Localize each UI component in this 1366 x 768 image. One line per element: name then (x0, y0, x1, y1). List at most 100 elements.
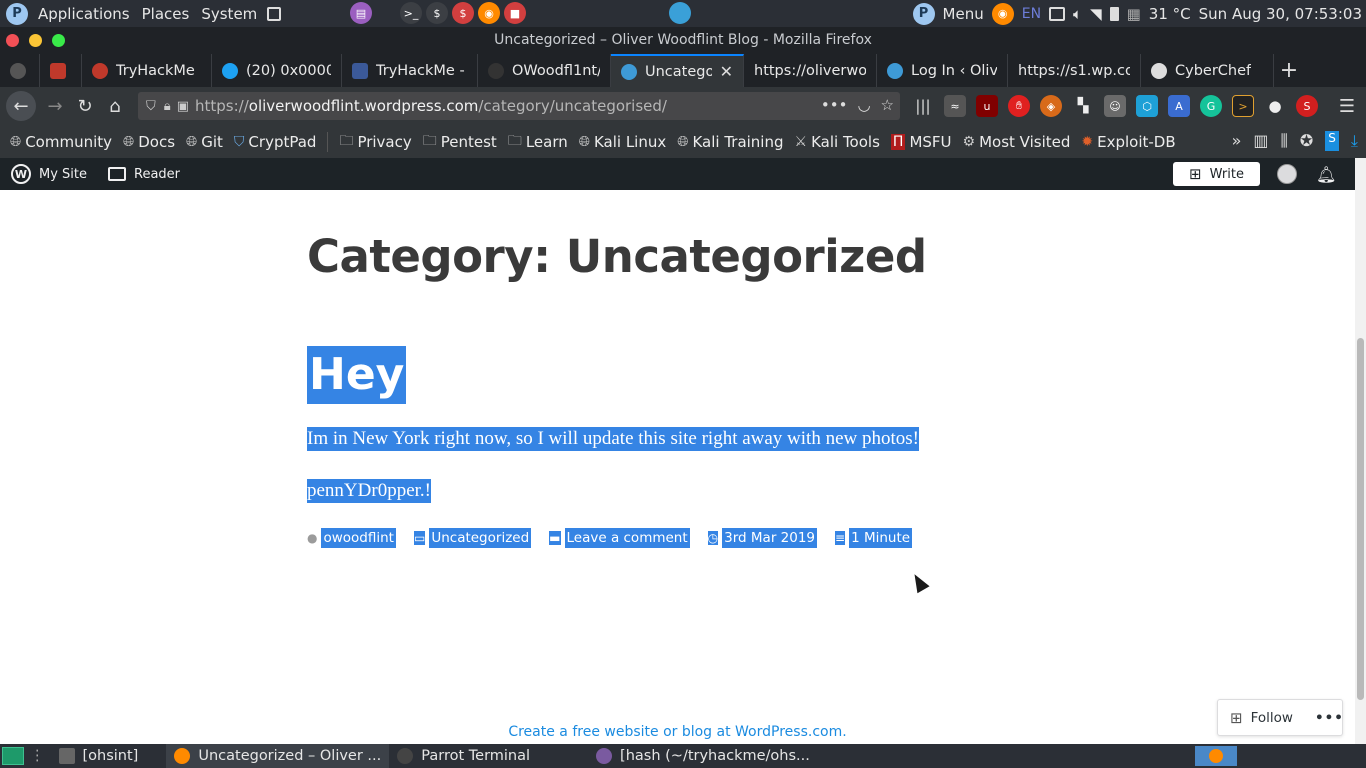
ublock-origin-icon[interactable]: u (976, 95, 998, 117)
s-extension-icon[interactable]: S (1325, 131, 1339, 151)
url-bar[interactable]: ⛉ 🔒︎ ▣ https://oliverwoodflint.wordpress… (138, 92, 900, 120)
hex-extension-icon[interactable]: ⬡ (1136, 95, 1158, 117)
parrot-logo-icon[interactable]: P (6, 2, 28, 25)
maximize-window-button[interactable] (52, 34, 65, 47)
bookmark-exploit-db[interactable]: ✹ Exploit-DB (1081, 133, 1175, 151)
root-launcher-icon[interactable]: $ (452, 2, 474, 24)
avatar[interactable] (1277, 164, 1297, 184)
keyboard-layout-indicator[interactable]: EN (1022, 6, 1041, 22)
bookmark-docs[interactable]: 🌐︎ Docs (123, 133, 175, 151)
terminal-launcher-icon[interactable]: >_ (400, 2, 422, 24)
bookmark-msfu[interactable]: Π MSFU (890, 133, 952, 151)
tab-github-pinned[interactable] (0, 54, 40, 87)
date-link[interactable]: 3rd Mar 2019 (722, 528, 818, 548)
translate-icon[interactable]: A (1168, 95, 1190, 117)
bookmark-folder-privacy[interactable]: 🗀︎ Privacy (339, 130, 411, 154)
close-window-button[interactable] (6, 34, 19, 47)
red-extension-icon[interactable]: S (1296, 95, 1318, 117)
reload-button[interactable]: ↻ (70, 91, 100, 121)
new-tab-button[interactable]: + (1274, 54, 1304, 87)
terminal-extension-icon[interactable]: > (1232, 95, 1254, 117)
bookmark-most-visited[interactable]: ⚙︎ Most Visited (963, 133, 1071, 151)
taskbar-item-hash[interactable]: [hash (~/tryhackme/ohs... (588, 744, 818, 768)
tray-menu-label[interactable]: Menu (943, 5, 984, 23)
post-date[interactable]: ◷ 3rd Mar 2019 (707, 528, 818, 548)
record-launcher-icon[interactable]: ■ (504, 2, 526, 24)
bookmark-folder-learn[interactable]: 🗀︎ Learn (508, 130, 568, 154)
tab-github-owoodflint[interactable]: OWoodfl1nt/p (478, 54, 611, 87)
notifications-bell-icon[interactable]: 🔔︎ (1316, 165, 1336, 184)
category-link[interactable]: Uncategorized (429, 528, 532, 548)
pocket-icon[interactable]: ◡ (857, 96, 870, 114)
page-scrollbar[interactable] (1355, 158, 1366, 744)
firefox-launcher-icon[interactable]: ◉ (478, 2, 500, 24)
post-comments[interactable]: ▬ Leave a comment (549, 528, 690, 548)
show-desktop-icon[interactable] (2, 747, 24, 765)
chevron-more-icon[interactable]: » (1232, 131, 1242, 151)
workspace-switcher[interactable] (1195, 746, 1237, 766)
tab-tryhackme-2[interactable]: TryHackMe - C (342, 54, 478, 87)
my-site-link[interactable]: W My Site (11, 164, 87, 184)
post-category[interactable]: ▭ Uncategorized (413, 528, 532, 548)
footer-wordpress-link[interactable]: Create a free website or blog at WordPre… (0, 724, 1355, 740)
tab-tryhackme-1[interactable]: TryHackMe | C (82, 54, 212, 87)
user-agent-switcher-icon[interactable]: ☺ (1104, 95, 1126, 117)
tab-oliverwoodflint[interactable]: https://oliverwoo (744, 54, 877, 87)
hamburger-menu-icon[interactable]: ☰ (1332, 91, 1362, 121)
root-terminal-launcher-icon[interactable]: $ (426, 2, 448, 24)
stop-hand-icon[interactable]: ✋︎ (1008, 95, 1030, 117)
forward-button[interactable]: → (40, 91, 70, 121)
lock-icon[interactable]: 🔒︎ (164, 99, 171, 114)
bookmark-kali-training[interactable]: 🌐︎ Kali Training (677, 133, 783, 151)
display-icon[interactable] (1049, 6, 1066, 21)
wappalyzer-icon[interactable]: ▚ (1072, 95, 1094, 117)
workspace-handle-icon[interactable]: ⋮ (30, 748, 45, 764)
notes-icon[interactable] (669, 2, 691, 24)
minimize-window-button[interactable] (29, 34, 42, 47)
wifi-icon[interactable]: ◥ (1090, 5, 1102, 23)
library-icon[interactable]: ||| (912, 95, 934, 117)
bookmark-kali-linux[interactable]: 🌐︎ Kali Linux (579, 133, 667, 151)
volume-icon[interactable]: 🔈︎ (1073, 5, 1082, 23)
temperature-label[interactable]: 31 °C (1149, 5, 1191, 23)
scrollbar-thumb[interactable] (1357, 338, 1364, 700)
bookmark-git[interactable]: 🌐︎ Git (186, 133, 223, 151)
page-info-icon[interactable]: ▣ (177, 99, 189, 114)
bookmark-folder-pentest[interactable]: 🗀︎ Pentest (423, 130, 497, 154)
screenshot-icon[interactable] (267, 6, 282, 21)
reader-link[interactable]: Reader (108, 167, 180, 182)
page-actions-icon[interactable]: ••• (821, 96, 848, 114)
foxyproxy-icon[interactable]: ◈ (1040, 95, 1062, 117)
text-editor-launcher-icon[interactable]: ▤ (350, 2, 372, 24)
clock-label[interactable]: Sun Aug 30, 07:53:03 (1199, 5, 1362, 23)
tab-cyberchef[interactable]: CyberChef (1141, 54, 1274, 87)
author-link[interactable]: owoodflint (321, 528, 396, 548)
grammarly-icon[interactable]: G (1200, 95, 1222, 117)
home-button[interactable]: ⌂ (100, 91, 130, 121)
tampermonkey-icon[interactable]: ≈ (944, 95, 966, 117)
cookie-icon[interactable]: ✪ (1300, 131, 1313, 151)
post-author[interactable]: ● owoodflint (307, 528, 396, 548)
follow-label[interactable]: Follow (1251, 710, 1293, 726)
bookmark-community[interactable]: 🌐︎ Community (10, 133, 112, 151)
parrot-menu-icon[interactable]: P (912, 2, 935, 25)
tab-uncategorized-active[interactable]: Uncategori ✕ (611, 54, 744, 87)
close-tab-icon[interactable]: ✕ (720, 62, 733, 81)
places-menu[interactable]: Places (138, 5, 198, 23)
taskbar-item-firefox[interactable]: Uncategorized – Oliver ... (166, 744, 390, 768)
post-title[interactable]: Hey (307, 346, 407, 404)
system-menu[interactable]: System (197, 5, 265, 23)
more-options-icon[interactable]: ••• (1315, 710, 1344, 726)
taskbar-item-ohsint[interactable]: [ohsint] (51, 744, 147, 768)
follow-widget[interactable]: ⊞ Follow ••• (1217, 699, 1343, 736)
bookmark-kali-tools[interactable]: ⚔︎ Kali Tools (795, 133, 880, 151)
ghost-extension-icon[interactable]: ● (1264, 95, 1286, 117)
tab-pinned-red[interactable] (40, 54, 82, 87)
bookmark-star-icon[interactable]: ☆ (881, 96, 894, 114)
write-button[interactable]: ⊞ Write (1173, 162, 1260, 186)
reading-list-icon[interactable]: ⫼ (1281, 131, 1288, 151)
firefox-tray-icon[interactable]: ◉ (991, 2, 1014, 25)
download-icon[interactable]: ⤓ (1351, 131, 1358, 151)
tab-twitter[interactable]: (20) 0x00000 (212, 54, 342, 87)
tab-s1-wp[interactable]: https://s1.wp.com (1008, 54, 1141, 87)
